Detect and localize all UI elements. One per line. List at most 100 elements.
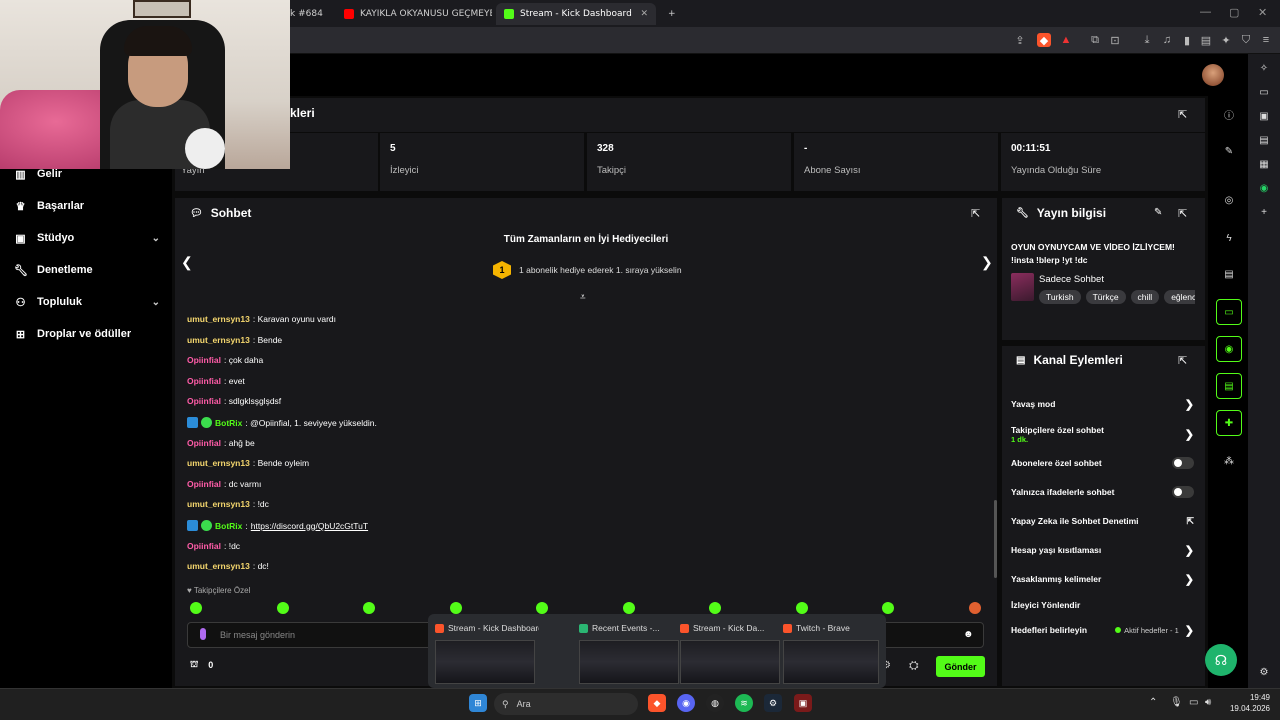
discord-icon[interactable]: ◉	[677, 694, 695, 712]
emote-icon[interactable]	[623, 602, 635, 614]
minimize-icon[interactable]: —	[1200, 6, 1211, 18]
nav-item-topluluk[interactable]: ⚇ Topluluk ⌄	[14, 292, 160, 312]
collapse-icon[interactable]: ⩡	[580, 292, 586, 303]
whatsapp-icon[interactable]: ◉	[1256, 180, 1272, 196]
broadcast-icon[interactable]: ◉	[1216, 336, 1242, 362]
chat-link[interactable]: https://discord.gg/QbU2cGtTuT	[251, 521, 368, 531]
chat-username[interactable]: Opiinfial	[187, 479, 221, 489]
document-icon[interactable]: ▤	[1221, 266, 1237, 282]
chat-username[interactable]: Opiinfial	[187, 396, 221, 406]
emote-icon[interactable]	[709, 602, 721, 614]
brave-icon[interactable]: ◆	[648, 694, 666, 712]
spotify-icon[interactable]: ≋	[735, 694, 753, 712]
game-icon[interactable]: ▣	[794, 694, 812, 712]
microphone-icon[interactable]	[200, 628, 206, 640]
reader-icon[interactable]: ▭	[1256, 84, 1272, 100]
ai-icon[interactable]: ✧	[1256, 60, 1272, 76]
edit-icon[interactable]: ✎	[1154, 207, 1162, 218]
action-slow-mode[interactable]: Yavaş mod ❯	[1011, 396, 1194, 412]
chat-username[interactable]: umut_ernsyn13	[187, 335, 250, 345]
nav-item-denetleme[interactable]: 🔧︎ Denetleme	[14, 260, 160, 280]
rewards-icon[interactable]: ▲	[1059, 33, 1073, 47]
chat-username[interactable]: umut_ernsyn13	[187, 458, 250, 468]
sidebar-icon[interactable]: ▮	[1180, 33, 1194, 47]
ai-icon[interactable]: ✦	[1219, 33, 1233, 47]
wallet-icon[interactable]: ▤	[1199, 33, 1213, 47]
chat-scrollbar[interactable]	[994, 500, 997, 578]
bookmarks-icon[interactable]: ▤	[1256, 132, 1272, 148]
action-subscribers-only[interactable]: Abonelere özel sohbet	[1011, 455, 1194, 471]
info-icon[interactable]: ⓘ	[1221, 106, 1237, 122]
chat-username[interactable]: Opiinfial	[187, 438, 221, 448]
emoji-icon[interactable]: ☻	[963, 629, 974, 640]
music-icon[interactable]: ♫	[1160, 33, 1174, 47]
apps-icon[interactable]: ⁂	[1221, 453, 1237, 469]
emote-icon[interactable]	[363, 602, 375, 614]
nav-item-studyo[interactable]: ▣ Stüdyo ⌄	[14, 228, 160, 248]
tray-chevron-icon[interactable]: ⌃	[1149, 697, 1157, 708]
preview-window[interactable]: Recent Events -...	[575, 618, 683, 684]
close-tab-icon[interactable]: ✕	[640, 9, 648, 19]
book-icon[interactable]: ▦	[1256, 156, 1272, 172]
popout-icon[interactable]: ⇱	[1178, 207, 1187, 220]
action-account-age[interactable]: Hesap yaşı kısıtlaması ❯	[1011, 542, 1194, 558]
extensions-icon[interactable]: ⧉	[1088, 33, 1102, 47]
steam-icon[interactable]: ⚙	[764, 694, 782, 712]
action-goals[interactable]: Hedefleri belirleyin Aktif hedefler - 1 ❯	[1011, 622, 1194, 638]
action-banned-words[interactable]: Yasaklanmış kelimeler ❯	[1011, 571, 1194, 587]
avatar[interactable]	[1202, 64, 1224, 86]
edit-icon[interactable]: ✎	[1221, 143, 1237, 159]
help-button[interactable]: ☊	[1205, 644, 1237, 676]
screenshot-icon[interactable]: ⊡	[1108, 33, 1122, 47]
preview-window[interactable]: Twitch - Brave	[779, 618, 883, 684]
chat-username[interactable]: umut_ernsyn13	[187, 314, 250, 324]
toggle-switch[interactable]	[1172, 486, 1194, 498]
actions-toggle-icon[interactable]: ▤	[1216, 373, 1242, 399]
chat-username[interactable]: umut_ernsyn13	[187, 499, 250, 509]
obs-icon[interactable]: ◍	[706, 694, 724, 712]
windows-start-icon[interactable]: ⊞	[469, 694, 487, 712]
wallet-icon[interactable]: ▣	[1256, 108, 1272, 124]
brave-shield-icon[interactable]: ◆	[1037, 33, 1051, 47]
new-tab-button[interactable]: +	[660, 3, 684, 25]
chat-username[interactable]: Opiinfial	[187, 355, 221, 365]
settings-icon[interactable]: ⚙	[1256, 664, 1272, 680]
volume-icon[interactable]: 🔊︎	[1205, 697, 1211, 708]
chat-username[interactable]: BotRix	[215, 418, 242, 428]
add-icon[interactable]: +	[1256, 204, 1272, 220]
network-icon[interactable]: ▭	[1189, 697, 1198, 708]
lightning-icon[interactable]: ϟ	[1221, 230, 1237, 246]
microphone-icon[interactable]: 🎙︎	[1170, 697, 1183, 708]
chat-username[interactable]: Opiinfial	[187, 376, 221, 386]
action-emotes-only[interactable]: Yalnızca ifadelerle sohbet	[1011, 484, 1194, 500]
chat-username[interactable]: umut_ernsyn13	[187, 561, 250, 571]
emote-icon[interactable]	[190, 602, 202, 614]
chevron-right-icon[interactable]: ❯	[981, 254, 993, 271]
chevron-left-icon[interactable]: ❮	[181, 254, 193, 271]
preview-window[interactable]: Stream - Kick Dashboard -...	[431, 618, 539, 684]
toggle-switch[interactable]	[1172, 457, 1194, 469]
browser-tab-active[interactable]: Stream - Kick Dashboard ✕	[496, 3, 656, 25]
download-icon[interactable]: ⤓	[1140, 33, 1154, 47]
emote-icon[interactable]	[536, 602, 548, 614]
emote-icon[interactable]	[277, 602, 289, 614]
channel-points[interactable]: ⛫ 0	[190, 659, 213, 671]
chat-toggle-icon[interactable]: ▭	[1216, 299, 1242, 325]
camera-icon[interactable]: ◎	[1221, 192, 1237, 208]
popout-icon[interactable]: ⇱	[1178, 354, 1187, 367]
close-window-icon[interactable]: ✕	[1258, 6, 1267, 19]
popout-icon[interactable]: ⇱	[1178, 108, 1187, 121]
taskbar-search[interactable]: ⚲ Ara	[494, 693, 638, 715]
gift-icon[interactable]: ⛭	[909, 658, 919, 673]
browser-tab[interactable]: KAYIKLA OKYANUSU GEÇMEYE ÇALI	[336, 3, 492, 25]
menu-icon[interactable]: ≡	[1259, 33, 1273, 47]
wrench-toggle-icon[interactable]: ✚	[1216, 410, 1242, 436]
chat-username[interactable]: BotRix	[215, 521, 242, 531]
emote-icon[interactable]	[450, 602, 462, 614]
emote-icon[interactable]	[969, 602, 981, 614]
action-followers-only[interactable]: Takipçilere özel sohbet 1 dk. ❯	[1011, 421, 1194, 447]
maximize-icon[interactable]: ▢	[1229, 6, 1239, 19]
popout-icon[interactable]: ⇱	[971, 207, 980, 220]
preview-window[interactable]: Stream - Kick Da...	[676, 618, 784, 684]
action-raid[interactable]: İzleyici Yönlendir	[1011, 597, 1194, 613]
